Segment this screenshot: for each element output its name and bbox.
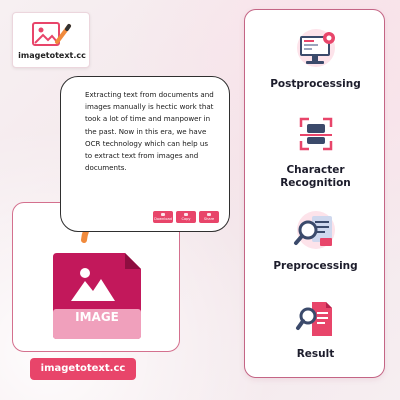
- process-panel: Postprocessing Character Recognition Pre…: [244, 9, 385, 378]
- download-label: Download: [154, 216, 172, 221]
- image-label: IMAGE: [75, 310, 119, 324]
- step-postprocessing: Postprocessing: [245, 28, 386, 91]
- logo[interactable]: imagetotext.cc: [12, 12, 90, 68]
- logo-icon: [32, 22, 71, 46]
- download-button[interactable]: Download: [153, 211, 173, 223]
- brand-badge[interactable]: imagetotext.cc: [30, 358, 136, 380]
- share-button[interactable]: Share: [199, 211, 219, 223]
- copy-button[interactable]: Copy: [176, 211, 196, 223]
- step-label-line1: Character: [286, 164, 345, 176]
- computer-gear-icon: [296, 29, 335, 67]
- extracted-text-card: Extracting text from documents and image…: [60, 76, 230, 232]
- image-file-icon: [53, 253, 141, 339]
- extracted-text: Extracting text from documents and image…: [85, 90, 214, 173]
- step-label-line2: Recognition: [280, 176, 351, 189]
- step-label: Result: [296, 348, 335, 360]
- step-character-recognition: Character Recognition: [245, 114, 386, 189]
- step-preprocessing: Preprocessing: [245, 210, 386, 273]
- step-label: Postprocessing: [270, 78, 361, 90]
- step-result: Result: [245, 298, 386, 361]
- action-buttons: Download Copy Share: [153, 211, 219, 223]
- copy-label: Copy: [181, 216, 191, 221]
- magnifier-documents-icon: [293, 211, 335, 249]
- share-label: Share: [203, 216, 215, 221]
- document-magnifier-icon: [295, 302, 332, 336]
- logo-text: imagetotext.cc: [18, 51, 86, 60]
- scan-frame-icon: [299, 117, 332, 151]
- step-label: Preprocessing: [273, 260, 358, 272]
